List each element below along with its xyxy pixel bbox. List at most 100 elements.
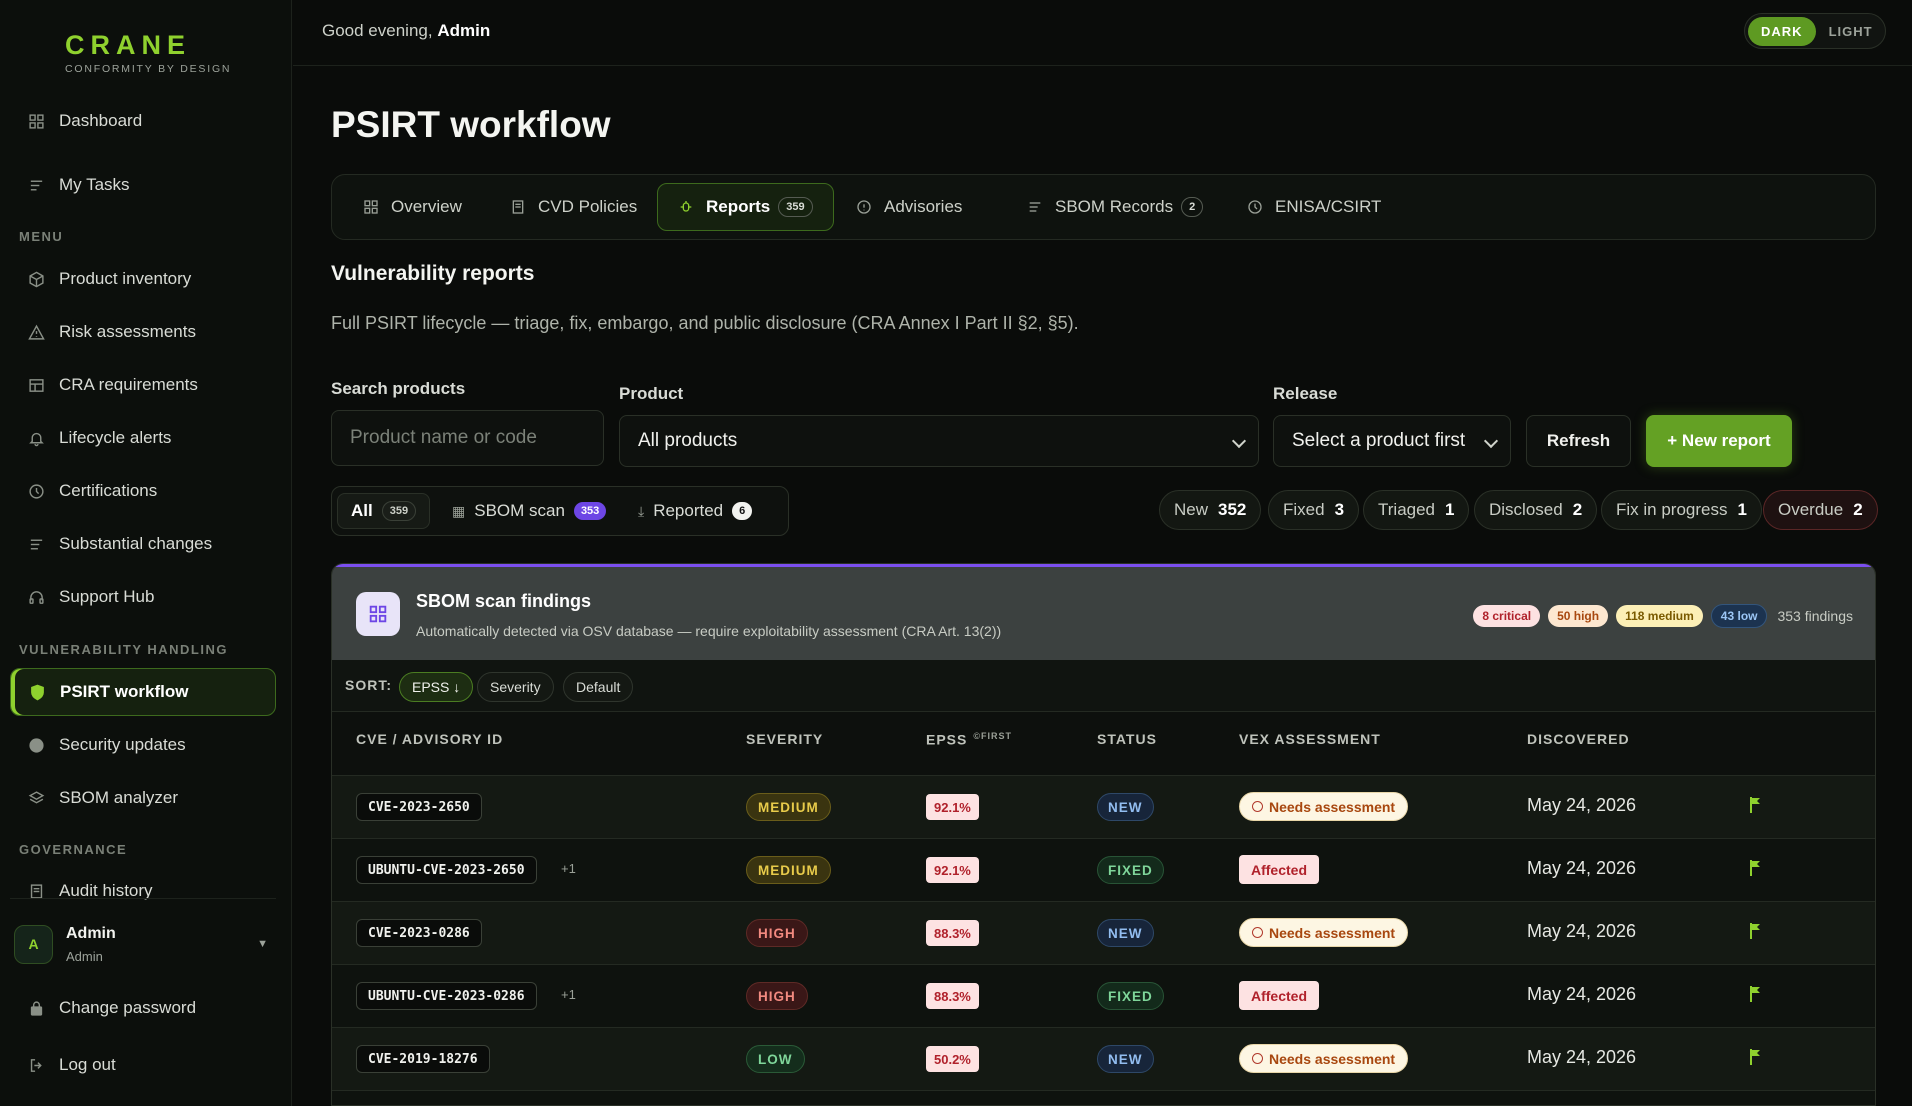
- sidebar-item-product-inventory[interactable]: Product inventory: [10, 255, 276, 303]
- vex-badge[interactable]: Needs assessment: [1239, 918, 1409, 947]
- table-row[interactable]: CVE-2023-0286 HIGH 88.3% NEW Needs asses…: [332, 901, 1875, 964]
- tab-reports[interactable]: Reports 359: [657, 183, 834, 231]
- tab-cvd-policies[interactable]: CVD Policies: [490, 183, 657, 231]
- source-reported[interactable]: ⤓ Reported 6: [625, 493, 765, 529]
- status-chip-overdue[interactable]: Overdue 2: [1763, 490, 1878, 530]
- user-menu[interactable]: A Admin Admin ▼: [14, 922, 276, 966]
- product-label: Product: [619, 384, 684, 403]
- status-chip-new[interactable]: New 352: [1159, 490, 1262, 530]
- chip-count: 352: [1218, 500, 1247, 519]
- chevron-down-icon[interactable]: ▼: [257, 938, 268, 950]
- theme-dark-button[interactable]: DARK: [1748, 16, 1816, 46]
- table-header: CVE / ADVISORY ID SEVERITY EPSS ©FIRST ST…: [332, 712, 1875, 760]
- alert-circle-icon: [1252, 1053, 1263, 1064]
- status-chip-triaged[interactable]: Triaged 1: [1363, 490, 1470, 530]
- sort-default-button[interactable]: Default: [563, 672, 634, 702]
- user-role: Admin: [66, 948, 103, 964]
- source-all[interactable]: All 359: [337, 493, 431, 529]
- sidebar-item-cra-requirements[interactable]: CRA requirements: [10, 361, 276, 409]
- vex-badge[interactable]: Needs assessment: [1239, 1044, 1409, 1073]
- vex-badge[interactable]: Needs assessment: [1239, 792, 1409, 821]
- cve-id[interactable]: UBUNTU-CVE-2023-0286: [356, 982, 537, 1010]
- new-report-button[interactable]: + New report: [1646, 415, 1792, 467]
- tab-label: SBOM Records: [1055, 197, 1174, 216]
- tab-advisories[interactable]: Advisories: [836, 183, 982, 231]
- release-label: Release: [1273, 384, 1338, 403]
- sidebar-item-audit-history[interactable]: Audit history: [10, 868, 276, 914]
- table-icon: [27, 376, 45, 394]
- vex-badge[interactable]: Affected: [1239, 855, 1320, 884]
- cve-id[interactable]: CVE-2019-18276: [356, 1045, 490, 1073]
- brand-name: CRANE: [65, 30, 192, 60]
- col-vex[interactable]: VEX ASSESSMENT: [1239, 731, 1381, 747]
- product-select-value: All products: [638, 430, 738, 451]
- search-input[interactable]: Product name or code: [331, 410, 604, 466]
- table-row[interactable]: UBUNTU-CVE-2023-2650 +1 MEDIUM 92.1% FIX…: [332, 838, 1875, 901]
- brand-logo[interactable]: CRANE CONFORMITY BY DESIGN: [65, 30, 231, 75]
- flag-icon[interactable]: [1749, 796, 1763, 814]
- col-cve[interactable]: CVE / ADVISORY ID: [356, 731, 503, 747]
- flag-icon[interactable]: [1749, 1048, 1763, 1066]
- status-badge: NEW: [1097, 919, 1154, 947]
- sidebar-item-sbom-analyzer[interactable]: SBOM analyzer: [10, 774, 276, 822]
- chip-label: Fixed: [1283, 500, 1325, 519]
- status-chip-fixed[interactable]: Fixed 3: [1268, 490, 1360, 530]
- app-root: CRANE CONFORMITY BY DESIGN Dashboard My …: [0, 0, 1912, 1106]
- source-count: 359: [381, 501, 417, 521]
- sidebar-item-psirt-workflow[interactable]: PSIRT workflow: [10, 668, 276, 716]
- table-row[interactable]: CVE-2023-2650 MEDIUM 92.1% NEW Needs ass…: [332, 775, 1875, 838]
- cve-id[interactable]: CVE-2023-0286: [356, 919, 482, 947]
- sidebar-item-lifecycle-alerts[interactable]: Lifecycle alerts: [10, 414, 276, 462]
- sidebar-item-substantial-changes[interactable]: Substantial changes: [10, 520, 276, 568]
- grid-icon: [363, 199, 379, 215]
- col-status[interactable]: STATUS: [1097, 731, 1157, 747]
- sort-label: SORT:: [345, 677, 392, 693]
- col-severity[interactable]: SEVERITY: [746, 731, 823, 747]
- sidebar-item-certifications[interactable]: Certifications: [10, 467, 276, 515]
- release-select[interactable]: Select a product first: [1273, 415, 1511, 467]
- tab-enisa-csirt[interactable]: ENISA/CSIRT: [1227, 183, 1401, 231]
- refresh-button[interactable]: Refresh: [1526, 415, 1631, 467]
- source-sbom-scan[interactable]: ▦ SBOM scan 353: [439, 493, 619, 529]
- user-name: Admin: [66, 924, 116, 942]
- tab-label: Overview: [391, 197, 462, 216]
- sidebar-item-risk-assessments[interactable]: Risk assessments: [10, 308, 276, 356]
- sidebar-item-dashboard[interactable]: Dashboard: [10, 97, 276, 145]
- shield-icon: [28, 683, 46, 701]
- sidebar-item-log-out[interactable]: Log out: [10, 1041, 276, 1089]
- sidebar-item-support-hub[interactable]: Support Hub: [10, 573, 276, 621]
- table-row[interactable]: CVE-2019-18276 LOW 50.2% NEW Needs asses…: [332, 1027, 1875, 1090]
- table-row[interactable]: UBUNTU-CVE-2023-0286 +1 HIGH 88.3% FIXED…: [332, 964, 1875, 1027]
- sidebar-item-my-tasks[interactable]: My Tasks: [10, 161, 276, 209]
- sidebar-item-security-updates[interactable]: Security updates: [10, 721, 276, 769]
- findings-subtitle: Automatically detected via OSV database …: [416, 623, 1002, 639]
- col-epss[interactable]: EPSS ©FIRST: [926, 731, 1012, 748]
- tab-sbom-records[interactable]: SBOM Records 2: [1007, 183, 1223, 231]
- tab-overview[interactable]: Overview: [343, 183, 482, 231]
- severity-badge: HIGH: [746, 982, 808, 1010]
- flag-icon[interactable]: [1749, 859, 1763, 877]
- sort-severity-button[interactable]: Severity: [477, 672, 554, 702]
- flag-icon[interactable]: [1749, 922, 1763, 940]
- cve-id[interactable]: CVE-2023-2650: [356, 793, 482, 821]
- sidebar-item-label: Lifecycle alerts: [59, 428, 172, 447]
- table-row[interactable]: [332, 1090, 1875, 1105]
- status-badge: NEW: [1097, 1045, 1154, 1073]
- theme-light-button[interactable]: LIGHT: [1816, 17, 1886, 46]
- status-chip-fix-in-progress[interactable]: Fix in progress 1: [1601, 490, 1762, 530]
- sidebar-item-change-password[interactable]: Change password: [10, 984, 276, 1032]
- col-discovered[interactable]: DISCOVERED: [1527, 731, 1630, 747]
- status-chip-disclosed[interactable]: Disclosed 2: [1474, 490, 1598, 530]
- theme-toggle[interactable]: DARK LIGHT: [1744, 13, 1886, 49]
- layers-icon: [27, 789, 45, 807]
- cve-id[interactable]: UBUNTU-CVE-2023-2650: [356, 856, 537, 884]
- findings-header: SBOM scan findings Automatically detecte…: [332, 564, 1875, 660]
- flag-icon[interactable]: [1749, 985, 1763, 1003]
- tab-bar: Overview CVD Policies Reports 359 Adviso…: [331, 174, 1876, 240]
- lines-icon: [27, 535, 45, 553]
- box-icon: [27, 270, 45, 288]
- top-bar: Good evening, Admin DARK LIGHT: [293, 0, 1912, 66]
- sort-epss-button[interactable]: EPSS ↓: [399, 672, 474, 702]
- product-select[interactable]: All products: [619, 415, 1259, 467]
- vex-badge[interactable]: Affected: [1239, 981, 1320, 1010]
